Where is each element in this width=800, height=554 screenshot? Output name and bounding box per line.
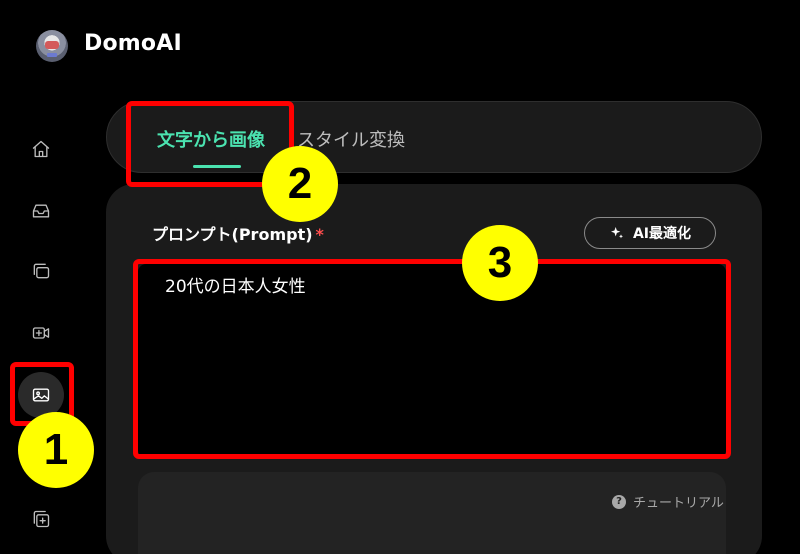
domoai-logo[interactable] <box>36 30 68 62</box>
tutorial-link[interactable]: ? チュートリアル <box>612 492 724 511</box>
stacked-frames-icon <box>33 263 50 279</box>
app-title: DomoAI <box>84 31 182 56</box>
required-marker: * <box>315 225 324 244</box>
sidebar-item-edit[interactable] <box>18 496 64 542</box>
sidebar-item-gallery[interactable] <box>18 248 64 294</box>
mode-tab-bar: 文字から画像 スタイル変換 <box>106 101 762 173</box>
prompt-input-value: 20代の日本人女性 <box>165 277 306 297</box>
annotation-badge-1: 1 <box>18 412 94 488</box>
help-icon: ? <box>612 494 626 509</box>
annotation-badge-2: 2 <box>262 146 338 222</box>
prompt-label-text: プロンプト(Prompt) <box>152 225 313 244</box>
sidebar-item-home[interactable] <box>18 126 64 172</box>
home-icon <box>32 140 50 158</box>
tab-text-to-image[interactable]: 文字から画像 <box>157 126 265 152</box>
active-tab-indicator <box>193 165 241 168</box>
ai-optimize-button[interactable]: AI最適化 <box>584 217 716 249</box>
inbox-tray-icon <box>32 204 50 218</box>
ai-optimize-label: AI最適化 <box>632 226 692 242</box>
tutorial-label: チュートリアル <box>633 496 724 511</box>
image-edit-icon <box>33 510 50 528</box>
annotation-badge-3: 3 <box>462 225 538 301</box>
video-add-icon <box>32 327 50 339</box>
image-icon <box>32 388 50 402</box>
sidebar-item-inbox[interactable] <box>18 188 64 234</box>
sparkle-icon <box>610 227 623 239</box>
image-options-panel <box>138 472 726 554</box>
prompt-label: プロンプト(Prompt) * <box>152 221 324 245</box>
sidebar-item-video[interactable] <box>18 310 64 356</box>
